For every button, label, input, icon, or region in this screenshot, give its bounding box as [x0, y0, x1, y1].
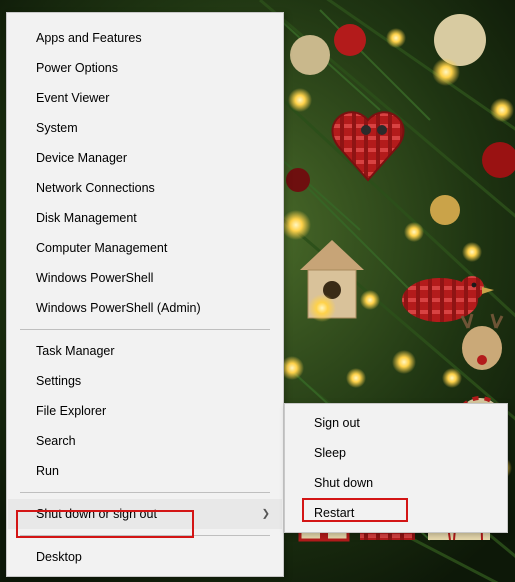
desktop-root: Apps and Features Power Options Event Vi… — [0, 0, 515, 582]
menu-item-label: Event Viewer — [36, 91, 109, 105]
menu-item-label: Sleep — [314, 446, 346, 460]
menu-item-label: Windows PowerShell — [36, 271, 153, 285]
menu-item-label: Task Manager — [36, 344, 115, 358]
menu-item-system[interactable]: System — [8, 113, 282, 143]
menu-item-network-connections[interactable]: Network Connections — [8, 173, 282, 203]
menu-item-label: Windows PowerShell (Admin) — [36, 301, 201, 315]
shutdown-submenu: Sign out Sleep Shut down Restart — [284, 403, 508, 533]
menu-item-label: System — [36, 121, 78, 135]
menu-item-power-options[interactable]: Power Options — [8, 53, 282, 83]
menu-item-apps-and-features[interactable]: Apps and Features — [8, 23, 282, 53]
menu-item-disk-management[interactable]: Disk Management — [8, 203, 282, 233]
menu-item-label: Sign out — [314, 416, 360, 430]
menu-item-label: Disk Management — [36, 211, 137, 225]
menu-item-settings[interactable]: Settings — [8, 366, 282, 396]
menu-item-event-viewer[interactable]: Event Viewer — [8, 83, 282, 113]
menu-item-windows-powershell-admin[interactable]: Windows PowerShell (Admin) — [8, 293, 282, 323]
menu-item-label: Shut down or sign out — [36, 507, 157, 521]
menu-separator — [20, 329, 270, 330]
submenu-item-restart[interactable]: Restart — [286, 498, 506, 528]
menu-item-label: File Explorer — [36, 404, 106, 418]
menu-item-windows-powershell[interactable]: Windows PowerShell — [8, 263, 282, 293]
menu-item-label: Shut down — [314, 476, 373, 490]
menu-item-label: Settings — [36, 374, 81, 388]
menu-item-task-manager[interactable]: Task Manager — [8, 336, 282, 366]
menu-item-label: Network Connections — [36, 181, 155, 195]
menu-item-run[interactable]: Run — [8, 456, 282, 486]
menu-item-label: Search — [36, 434, 76, 448]
menu-item-computer-management[interactable]: Computer Management — [8, 233, 282, 263]
submenu-item-sign-out[interactable]: Sign out — [286, 408, 506, 438]
menu-separator — [20, 492, 270, 493]
menu-item-label: Restart — [314, 506, 354, 520]
menu-item-label: Computer Management — [36, 241, 167, 255]
menu-item-desktop[interactable]: Desktop — [8, 542, 282, 572]
menu-item-file-explorer[interactable]: File Explorer — [8, 396, 282, 426]
menu-separator — [20, 535, 270, 536]
winx-menu: Apps and Features Power Options Event Vi… — [6, 12, 284, 577]
menu-item-label: Power Options — [36, 61, 118, 75]
menu-item-label: Run — [36, 464, 59, 478]
menu-item-search[interactable]: Search — [8, 426, 282, 456]
submenu-arrow-icon: ❯ — [262, 509, 270, 520]
menu-item-label: Desktop — [36, 550, 82, 564]
submenu-item-sleep[interactable]: Sleep — [286, 438, 506, 468]
menu-item-shutdown-signout[interactable]: Shut down or sign out ❯ — [8, 499, 282, 529]
menu-item-label: Device Manager — [36, 151, 127, 165]
menu-item-label: Apps and Features — [36, 31, 142, 45]
menu-item-device-manager[interactable]: Device Manager — [8, 143, 282, 173]
submenu-item-shut-down[interactable]: Shut down — [286, 468, 506, 498]
